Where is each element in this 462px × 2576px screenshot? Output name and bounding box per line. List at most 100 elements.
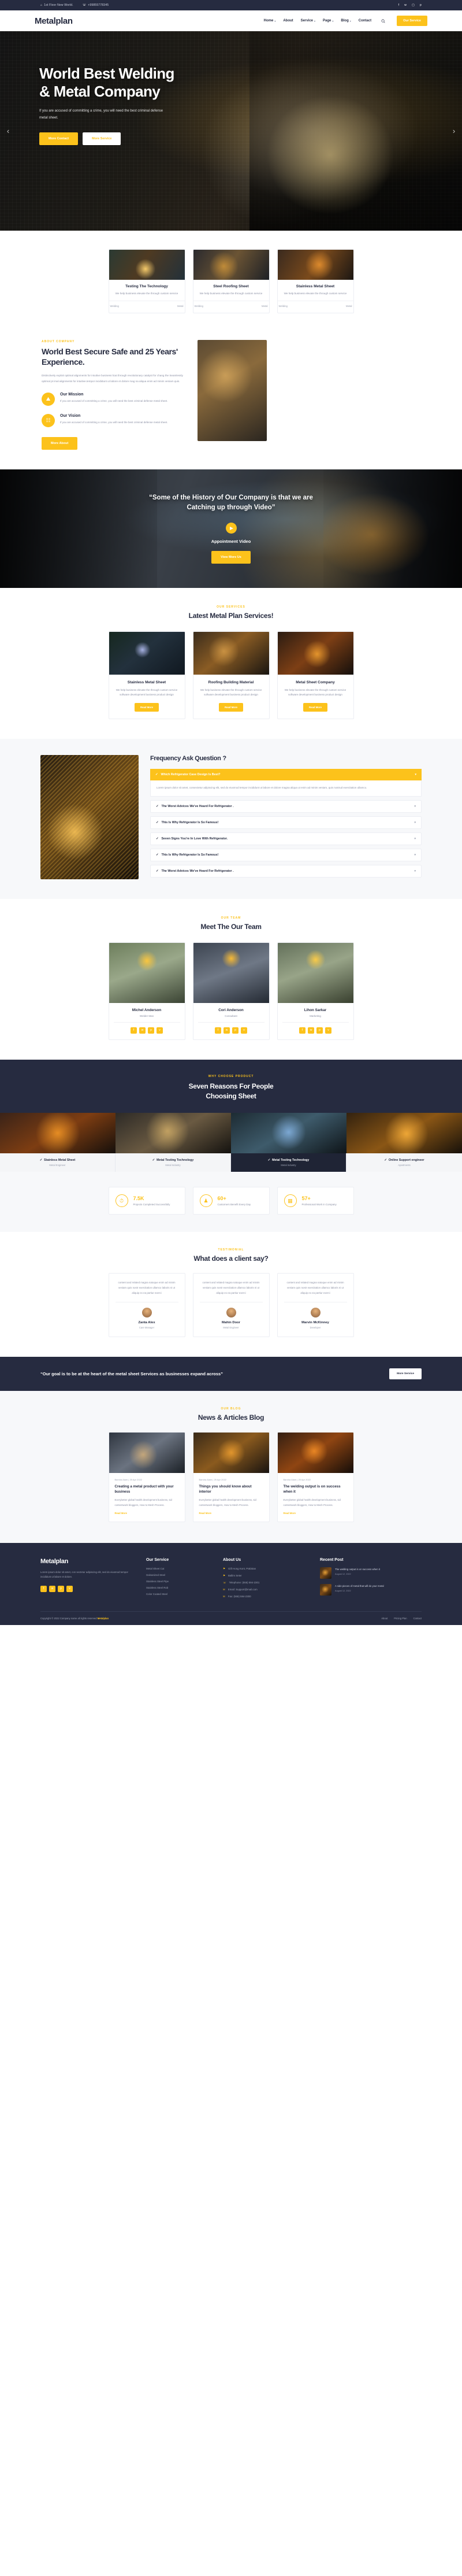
instagram-icon[interactable]: ▢ [412,3,415,7]
faq-question-header[interactable]: ✓ This Is Why Refrigerator Is So Famous!… [151,817,421,828]
footer-service-link[interactable]: Color Coated Steel [146,1593,213,1596]
faq-item[interactable]: ✓ The Worst Advices We've Heard For Refr… [150,800,422,813]
blog-read-more-link[interactable]: Read More [115,1512,179,1515]
twitter-icon[interactable]: w [139,1027,146,1034]
twitter-icon[interactable]: w [404,3,407,7]
nav-item-blog[interactable]: Blog ▾ [341,19,351,23]
more-about-button[interactable]: More About [42,436,78,450]
footer-service-link[interactable]: Stainless Steel Pipe [146,1580,213,1583]
reason-item[interactable]: ✓ Stainless Metal Sheet Metal Engineer [0,1113,116,1172]
blog-read-more-link[interactable]: Read More [199,1512,263,1515]
faq-question-header[interactable]: ✓ Seven Signs You're In Love With Refrig… [151,833,421,845]
pinterest-icon[interactable]: p [148,1027,154,1034]
facebook-icon[interactable]: f [299,1027,305,1034]
footer-service-link[interactable]: Stainless Steel Rob [146,1586,213,1589]
faq-item[interactable]: ✓ The Worst Advices We've Heard For Refr… [150,864,422,878]
blog-post-desc: Everybetter global health development bu… [114,1498,172,1507]
pinterest-icon[interactable]: p [420,3,422,7]
vimeo-icon[interactable]: v [325,1027,331,1034]
pinterest-icon[interactable]: p [316,1027,323,1034]
reason-item[interactable]: ✓ Metal Testing Technology Metal Industr… [116,1113,231,1172]
twitter-icon[interactable]: w [308,1027,314,1034]
blog-meta: Barsha Alam | 25 Apr 2022 [114,1478,143,1481]
team-card[interactable]: Michel Anderson Welder Man f w p v [108,942,185,1040]
faq-item[interactable]: ✓ Seven Signs You're In Love With Refrig… [150,832,422,845]
blog-card[interactable]: Barsha Alam | 25 Apr 2022 The welding ou… [277,1431,354,1522]
footer-about-heading: About Us [223,1557,241,1562]
faq-question-header[interactable]: ✓ Which Refrigerator Case Design Is Best… [150,768,422,780]
twitter-icon[interactable]: w [223,1027,230,1034]
service-highlight-row: Testing The Technology We help business … [0,249,462,314]
hero-prev-arrow[interactable]: ‹ [3,124,13,139]
footer-contact-text: Gift Hong Kont, Pakistan [228,1567,256,1570]
search-icon[interactable] [381,19,385,23]
faq-question-header[interactable]: ✓ The Worst Advices We've Heard For Refr… [151,801,421,812]
nav-item-home[interactable]: Home ▾ [264,19,276,23]
footer-service-link[interactable]: Metal Sheet Cut [146,1567,213,1570]
testimonial-role: Metal Engineer [223,1326,239,1329]
service-card[interactable]: Stainless Metal Sheet We help business e… [277,249,354,314]
facebook-icon[interactable]: f [40,1585,47,1592]
play-icon[interactable] [225,523,237,534]
facebook-icon[interactable]: f [215,1027,221,1034]
view-more-button[interactable]: View More Us [211,551,251,564]
footer-recent-post[interactable]: A side pieces of metal that will do your… [320,1583,418,1596]
hero-next-arrow[interactable]: › [449,124,459,139]
latest-card[interactable]: Roofing Building Material We help busine… [192,631,270,719]
site-logo[interactable]: Metalplan [35,16,73,26]
faq-item[interactable]: ✓ Which Refrigerator Case Design Is Best… [150,768,422,797]
reason-item[interactable]: ✓ Metal Testing Technology Metal Industr… [231,1113,346,1172]
service-card[interactable]: Steel Roofing Sheet We help business ele… [192,249,270,314]
read-more-button[interactable]: Read More [303,702,327,712]
phone-item[interactable]: ☏ +99855778345 [83,3,109,7]
faq-answer: Lorem ipsum dolor sit amet, consectetur … [150,780,422,797]
blog-card[interactable]: Barsha Alam | 25 Apr 2022 Things you sho… [192,1431,270,1522]
chevron-down-icon: ▾ [274,19,276,23]
latest-card-title: Metal Sheet Company [296,680,335,684]
service-card[interactable]: Testing The Technology We help business … [108,249,185,314]
team-card[interactable]: Cori Anderson Consultant f w p v [192,942,270,1040]
vimeo-icon[interactable]: v [157,1027,163,1034]
team-photo [193,942,269,1003]
more-service-button[interactable]: More Service [83,132,121,146]
read-more-button[interactable]: Read More [135,702,159,712]
latest-card[interactable]: Stainless Metal Sheet We help business e… [108,631,185,719]
reason-image [346,1113,462,1154]
reason-item[interactable]: ✓ Online Support engineer Apartments [346,1113,462,1172]
faq-question-header[interactable]: ✓ The Worst Advices We've Heard For Refr… [151,865,421,877]
footer-contact-item[interactable]: ✉ Email: Support@mail.com [223,1588,310,1592]
about-text-column: ABOUT COMPANY World Best Secure Safe and… [40,340,185,450]
faq-question-header[interactable]: ✓ This Is Why Refrigerator Is So Famous!… [151,849,421,861]
cta-more-service-button[interactable]: More Service [389,1368,422,1379]
facebook-icon[interactable]: f [131,1027,137,1034]
footer-service-link[interactable]: Galvanized Steel [146,1574,213,1576]
blog-card[interactable]: Barsha Alam | 25 Apr 2022 Creating a met… [108,1431,185,1522]
team-photo [109,942,185,1003]
latest-card[interactable]: Metal Sheet Company We help business ele… [277,631,354,719]
nav-item-page[interactable]: Page ▾ [323,19,333,23]
team-row: Michel Anderson Welder Man f w p v Cori … [0,942,462,1040]
footer-link-about[interactable]: About [381,1617,388,1620]
twitter-icon[interactable]: w [49,1585,55,1592]
vimeo-icon[interactable]: v [66,1585,73,1592]
faq-item[interactable]: ✓ This Is Why Refrigerator Is So Famous!… [150,816,422,829]
blog-read-more-link[interactable]: Read More [284,1512,348,1515]
our-service-button[interactable]: Our Service [397,16,427,26]
read-more-button[interactable]: Read More [219,702,243,712]
footer-contact-item[interactable]: ☏ Telephone: (555) 594-2301 [223,1581,310,1585]
footer-link-contact[interactable]: Contact [413,1617,422,1620]
reason-bar-active: ✓ Metal Testing Technology Metal Industr… [231,1153,346,1172]
more-contact-button[interactable]: More Contact [39,132,79,146]
pinterest-icon[interactable]: p [58,1585,64,1592]
pinterest-icon[interactable]: p [232,1027,239,1034]
vimeo-icon[interactable]: v [241,1027,247,1034]
footer-link-pricing[interactable]: Pricing Plan [394,1617,407,1620]
nav-item-service[interactable]: Service ▾ [301,19,315,23]
chevron-down-icon: ▾ [415,772,416,776]
faq-item[interactable]: ✓ This Is Why Refrigerator Is So Famous!… [150,848,422,861]
facebook-icon[interactable]: f [398,3,400,7]
footer-recent-post[interactable]: The welding output is on success when it… [320,1567,418,1579]
nav-item-contact[interactable]: Contact [359,19,371,23]
team-card[interactable]: Lihon Sarkar Marketing f w p v [277,942,354,1040]
nav-item-about[interactable]: About [283,19,293,23]
